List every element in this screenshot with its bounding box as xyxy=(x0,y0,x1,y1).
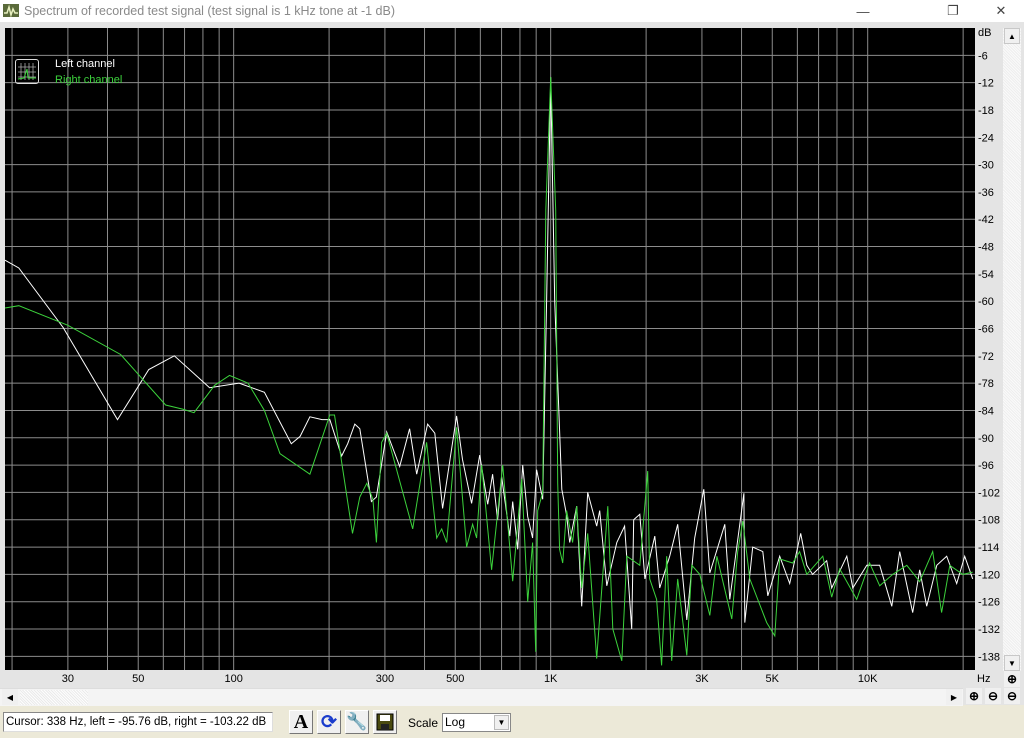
scale-label: Scale xyxy=(408,716,439,730)
restore-button[interactable]: ❐ xyxy=(930,0,976,22)
scale-select-value: Log xyxy=(445,715,466,729)
cursor-readout: Cursor: 338 Hz, left = -95.76 dB, right … xyxy=(3,712,273,732)
save-icon xyxy=(376,713,394,731)
y-tick-label: -120 xyxy=(978,569,1000,581)
zoom-in-icon: ⊕ xyxy=(1006,672,1018,686)
y-tick-label: -30 xyxy=(978,160,994,172)
spectrum-panel: -6 -12 -18 -24 -30 -36 -42 -48 -54 -60 -66 -72 -78 -8… xyxy=(0,22,1024,706)
spectrum-legend-icon[interactable] xyxy=(15,59,39,84)
zoom-out-horizontal-button[interactable]: ⊖ xyxy=(985,688,1001,704)
y-tick-label: -72 xyxy=(978,351,994,363)
scroll-up-button[interactable]: ▲ xyxy=(1004,28,1020,44)
wrench-icon: 🔧 xyxy=(346,712,368,731)
zoom-in-vertical-button[interactable]: ⊕ xyxy=(1004,671,1020,687)
x-tick-label: 300 xyxy=(376,673,394,685)
y-tick-label: -66 xyxy=(978,324,994,336)
font-button[interactable]: A xyxy=(289,710,313,734)
horizontal-scrollbar[interactable]: ◀ ▶ xyxy=(0,688,963,706)
minimize-icon: — xyxy=(856,3,870,19)
save-button[interactable] xyxy=(373,710,397,734)
y-tick-label: -96 xyxy=(978,460,994,472)
y-tick-label: -84 xyxy=(978,405,994,417)
x-tick-label: 10K xyxy=(858,673,878,685)
font-icon: A xyxy=(293,710,309,733)
scroll-right-button[interactable]: ▶ xyxy=(946,689,962,705)
y-axis-label: dB xyxy=(978,27,991,39)
scroll-left-button[interactable]: ◀ xyxy=(2,689,18,705)
chart-legend: Left channel Right channel xyxy=(55,56,122,88)
minimize-button[interactable]: — xyxy=(840,0,886,22)
horizontal-scroll-thumb[interactable] xyxy=(20,690,88,705)
chevron-down-icon[interactable]: ▼ xyxy=(494,715,509,730)
y-tick-label: -60 xyxy=(978,296,994,308)
y-tick-label: -54 xyxy=(978,269,994,281)
y-tick-label: -24 xyxy=(978,132,994,144)
y-tick-label: -18 xyxy=(978,105,994,117)
legend-right-channel: Right channel xyxy=(55,74,123,86)
zoom-in-horizontal-button[interactable]: ⊕ xyxy=(966,688,982,704)
y-tick-label: -138 xyxy=(978,651,1000,663)
spectrum-chart[interactable]: -6 -12 -18 -24 -30 -36 -42 -48 -54 -60 -66 -72 -78 -8… xyxy=(0,22,1024,688)
x-tick-label: 1K xyxy=(544,673,558,685)
arrow-down-icon: ▼ xyxy=(1008,658,1016,668)
y-tick-label: -48 xyxy=(978,242,994,254)
x-tick-label: 500 xyxy=(446,673,464,685)
y-tick-label: -78 xyxy=(978,378,994,390)
arrow-right-icon: ▶ xyxy=(950,692,958,702)
x-tick-label: 100 xyxy=(224,673,242,685)
x-tick-label: 5K xyxy=(766,673,780,685)
vertical-scrollbar[interactable]: ▲ ▼ xyxy=(1003,28,1021,671)
x-tick-label: 30 xyxy=(62,673,74,685)
zoom-out-vertical-button[interactable]: ⊖ xyxy=(1004,688,1020,704)
x-tick-label: 50 xyxy=(132,673,144,685)
y-tick-label: -36 xyxy=(978,187,994,199)
y-tick-label: -126 xyxy=(978,597,1000,609)
arrow-left-icon: ◀ xyxy=(6,692,14,702)
scroll-down-button[interactable]: ▼ xyxy=(1004,655,1020,671)
legend-left-channel: Left channel xyxy=(55,58,115,70)
zoom-out-icon: ⊖ xyxy=(1006,689,1018,703)
y-tick-label: -132 xyxy=(978,624,1000,636)
app-icon xyxy=(3,4,19,17)
settings-button[interactable]: 🔧 xyxy=(345,710,369,734)
zoom-in-icon: ⊕ xyxy=(968,689,980,703)
arrow-up-icon: ▲ xyxy=(1008,31,1016,41)
x-tick-label: 3K xyxy=(695,673,709,685)
y-tick-label: -114 xyxy=(978,542,999,554)
close-icon: ✕ xyxy=(995,3,1007,18)
x-axis-label: Hz xyxy=(977,673,990,685)
refresh-button[interactable]: ⟳ xyxy=(317,710,341,734)
close-button[interactable]: ✕ xyxy=(978,0,1024,22)
zoom-out-icon: ⊖ xyxy=(987,689,999,703)
y-tick-label: -42 xyxy=(978,214,994,226)
restore-icon: ❐ xyxy=(947,3,959,18)
y-tick-label: -102 xyxy=(978,487,1000,499)
y-tick-label: -12 xyxy=(978,78,994,90)
title-bar: Spectrum of recorded test signal (test s… xyxy=(0,0,1024,22)
y-tick-label: -90 xyxy=(978,433,994,445)
y-tick-label: -6 xyxy=(978,50,988,62)
window-title: Spectrum of recorded test signal (test s… xyxy=(24,4,396,18)
refresh-icon: ⟳ xyxy=(321,711,337,733)
y-tick-label: -108 xyxy=(978,515,1000,527)
scale-select[interactable]: Log ▼ xyxy=(442,713,511,732)
